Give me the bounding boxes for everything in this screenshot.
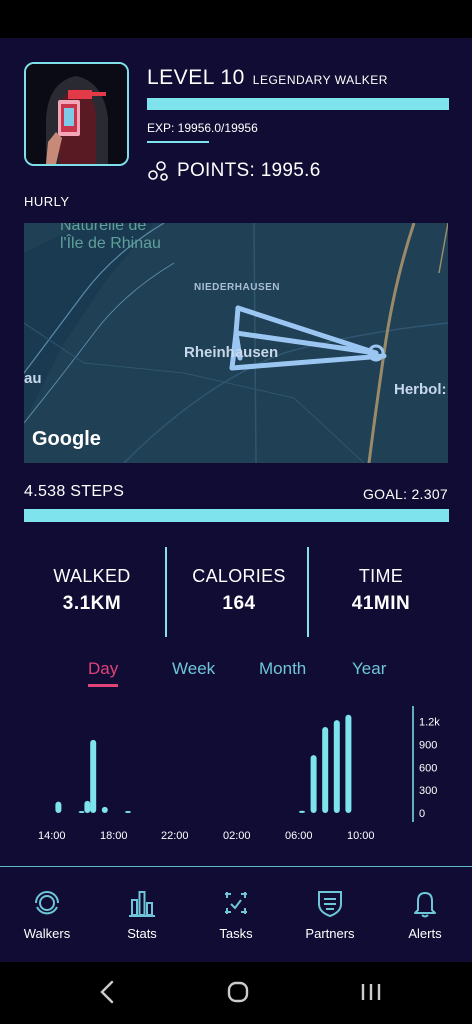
stat-value: 164	[222, 593, 256, 614]
chart-y-tick-label: 0	[419, 808, 425, 820]
map-label-island: l'Île de Rhinau	[60, 235, 161, 252]
steps-chart: 1.2k 900 600 300 0 14:00 18:00 22:00 02:00 06:00 1…	[0, 700, 472, 850]
nav-walkers[interactable]: Walkers	[2, 888, 92, 941]
chart-bar	[322, 726, 329, 813]
steps-chart-svg: 1.2k 900 600 300 0 14:00 18:00 22:00 02:00 06:00 1…	[38, 706, 440, 842]
bell-icon	[414, 892, 436, 918]
nav-alerts[interactable]: Alerts	[380, 888, 470, 941]
map-label-rheinhausen: Rheinhausen	[184, 344, 279, 361]
avatar[interactable]	[24, 62, 129, 166]
chart-x-tick-label: 14:00	[38, 830, 66, 842]
chart-y-tick-label: 300	[419, 785, 437, 797]
route-map[interactable]: Naturelle de l'Île de Rhinau NIEDERHAUSE…	[24, 223, 448, 463]
level-title: LEVEL 10 LEGENDARY WALKER	[147, 66, 388, 90]
walkers-icon	[35, 891, 59, 915]
recent-apps-icon[interactable]	[351, 976, 391, 1008]
chart-bar	[125, 811, 131, 813]
bubbles-icon	[148, 161, 168, 181]
nav-label: Partners	[305, 926, 355, 941]
map-label-nature: Naturelle de	[60, 223, 147, 234]
chart-y-tick-label: 900	[419, 739, 437, 751]
level-number: LEVEL 10	[147, 66, 245, 89]
stat-label: TIME	[358, 566, 404, 586]
tab-year[interactable]: Year	[352, 659, 386, 679]
chart-bar	[90, 739, 97, 813]
steps-goal: GOAL: 2.307	[362, 486, 448, 502]
stat-value: 3.1KM	[62, 593, 122, 614]
map-label-niederhausen: NIEDERHAUSEN	[194, 282, 281, 293]
chart-y-tick-label: 1.2k	[419, 717, 440, 729]
nav-tasks[interactable]: Tasks	[191, 888, 281, 941]
nav-label: Alerts	[408, 926, 442, 941]
chart-bar	[345, 714, 352, 813]
chart-x-tick-label: 02:00	[223, 830, 251, 842]
stat-calories: CALORIES 164	[169, 566, 309, 615]
tab-day-underline	[88, 684, 118, 687]
tab-day[interactable]: Day	[88, 659, 118, 679]
chart-bar	[84, 800, 91, 813]
tab-month[interactable]: Month	[259, 659, 306, 679]
steps-count: 4.538 STEPS	[24, 483, 125, 500]
exp-text: EXP: 19956.0/19956	[147, 121, 258, 135]
chart-x-tick-label: 22:00	[161, 830, 189, 842]
stat-label: CALORIES	[192, 566, 286, 586]
partners-icon	[318, 891, 342, 918]
steps-progress-bar	[24, 509, 449, 522]
exp-progress-fill	[147, 98, 449, 110]
chart-x-tick-label: 10:00	[347, 830, 375, 842]
chart-bar	[55, 801, 62, 813]
exp-progress-bar	[147, 98, 449, 110]
nav-partners[interactable]: Partners	[285, 888, 375, 941]
home-icon[interactable]	[218, 976, 258, 1008]
stat-divider	[165, 547, 167, 637]
chart-bar	[78, 811, 85, 813]
chart-bar	[101, 806, 108, 813]
chart-y-tick-label: 600	[419, 762, 437, 774]
nav-label: Walkers	[23, 926, 71, 941]
stat-value: 41MIN	[351, 593, 411, 614]
back-icon[interactable]	[88, 976, 128, 1008]
chart-bar	[299, 810, 305, 813]
nav-stats[interactable]: Stats	[97, 888, 187, 941]
nav-label: Stats	[127, 926, 157, 941]
map-label-west: au	[24, 370, 42, 387]
stat-label: WALKED	[53, 566, 131, 586]
nav-label: Tasks	[219, 926, 253, 941]
level-rank: LEGENDARY WALKER	[252, 73, 388, 87]
chart-bar	[310, 755, 317, 813]
map-label-herbol: Herbol:	[394, 381, 447, 398]
stats-icon	[129, 891, 155, 917]
tab-week[interactable]: Week	[172, 659, 215, 679]
avatar-image	[26, 64, 127, 164]
walker-name: HURLY	[24, 194, 70, 209]
chart-x-tick-label: 06:00	[285, 830, 313, 842]
points-row: POINTS: 1995.6	[147, 158, 321, 184]
tasks-icon	[225, 892, 247, 914]
google-logo: Google	[32, 428, 101, 450]
chart-bar	[333, 720, 340, 813]
status-bar	[0, 0, 472, 38]
stat-walked: WALKED 3.1KM	[22, 566, 162, 615]
exp-underline	[147, 141, 209, 143]
points-text: POINTS: 1995.6	[177, 160, 321, 181]
chart-x-tick-label: 18:00	[100, 830, 128, 842]
stat-divider	[307, 547, 309, 637]
map-graphic	[24, 223, 448, 463]
steps-progress-fill	[24, 509, 449, 522]
stat-time: TIME 41MIN	[311, 566, 451, 615]
